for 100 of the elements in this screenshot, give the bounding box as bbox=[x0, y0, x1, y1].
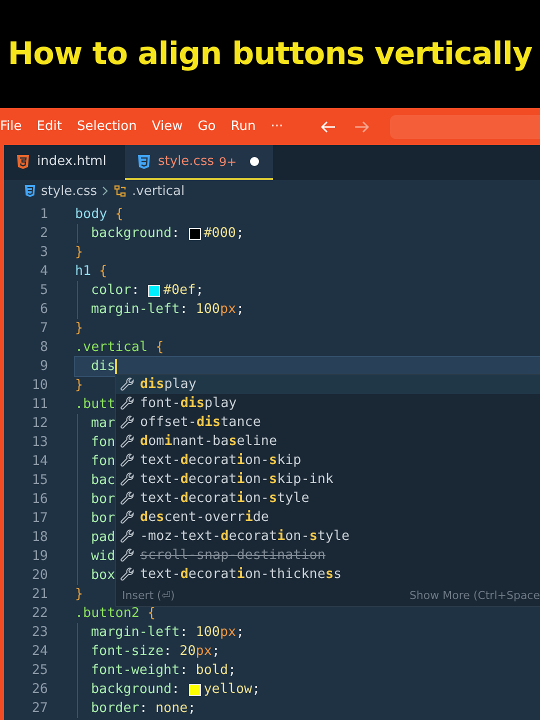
code-token: px bbox=[196, 644, 212, 659]
line-number: 12 bbox=[30, 416, 49, 431]
line-number: 20 bbox=[30, 568, 49, 583]
menu-item[interactable]: View bbox=[152, 119, 183, 134]
suggestion-item[interactable]: dominant-baseline bbox=[116, 432, 540, 451]
unsaved-dot-icon[interactable] bbox=[250, 157, 259, 166]
code-token: #0ef bbox=[163, 283, 196, 298]
code-token: { bbox=[115, 207, 124, 222]
code-token: body bbox=[75, 207, 108, 222]
code-token: ; bbox=[252, 682, 260, 697]
symbol-icon bbox=[113, 184, 127, 198]
code-token: font-weight bbox=[91, 663, 180, 678]
wrench-icon bbox=[120, 510, 135, 525]
code-token: yellow bbox=[204, 682, 252, 697]
color-swatch[interactable] bbox=[148, 284, 160, 296]
breadcrumb-item[interactable]: .vertical bbox=[132, 184, 185, 198]
menu-item[interactable]: Go bbox=[198, 119, 216, 134]
line-number: 23 bbox=[30, 625, 49, 640]
code-token: fon bbox=[91, 435, 116, 450]
line-number: 15 bbox=[30, 473, 49, 488]
line-number: 22 bbox=[30, 606, 49, 621]
code-token: none bbox=[155, 701, 188, 716]
code-token: px bbox=[220, 625, 236, 640]
code-token: box bbox=[91, 568, 116, 583]
text-caret bbox=[115, 358, 118, 374]
code-token: bac bbox=[91, 473, 116, 488]
code-token: ; bbox=[188, 701, 196, 716]
code-token: pad bbox=[91, 530, 116, 545]
code-token: background bbox=[91, 682, 172, 697]
css-file-icon bbox=[137, 154, 151, 170]
line-number: 17 bbox=[30, 511, 49, 526]
line-number: 11 bbox=[30, 397, 49, 412]
line-number: 27 bbox=[30, 701, 49, 716]
code-token: ; bbox=[196, 283, 204, 298]
editor-tab[interactable]: index.html bbox=[4, 145, 125, 180]
back-arrow-icon[interactable] bbox=[320, 120, 336, 134]
code-token: : bbox=[131, 283, 140, 298]
code-token: { bbox=[99, 264, 108, 279]
code-token: px bbox=[220, 302, 236, 317]
code-token: } bbox=[75, 245, 84, 260]
code-token: bold bbox=[196, 663, 228, 678]
menu-item[interactable]: Selection bbox=[76, 119, 137, 134]
code-token: wid bbox=[91, 549, 116, 564]
code-token: color bbox=[91, 283, 132, 298]
code-token: : bbox=[180, 625, 188, 640]
code-token: } bbox=[75, 378, 84, 393]
suggestion-item[interactable]: descent-override bbox=[116, 508, 540, 527]
code-token: : bbox=[139, 701, 148, 716]
code-token: .button2 bbox=[75, 606, 140, 621]
wrench-icon bbox=[120, 415, 135, 430]
menu-item[interactable]: Edit bbox=[36, 119, 62, 134]
wrench-icon bbox=[120, 472, 135, 487]
menu-item[interactable]: ··· bbox=[270, 119, 284, 134]
code-token: { bbox=[148, 606, 156, 621]
line-number: 18 bbox=[30, 530, 49, 545]
video-title: How to align buttons vertically bbox=[8, 36, 532, 72]
wrench-icon bbox=[120, 567, 135, 582]
color-swatch[interactable] bbox=[188, 684, 201, 696]
code-token: ; bbox=[236, 302, 244, 317]
suggestion-item[interactable]: font-display bbox=[116, 394, 540, 413]
html-file-icon bbox=[16, 154, 30, 170]
chevron-icon bbox=[102, 186, 108, 196]
color-swatch[interactable] bbox=[188, 228, 201, 240]
code-token: : bbox=[172, 226, 180, 241]
suggestion-item[interactable]: text-decoration-thickness bbox=[116, 565, 540, 584]
wrench-icon bbox=[120, 377, 135, 392]
code-token: : bbox=[172, 682, 180, 697]
code-token: ; bbox=[236, 226, 244, 241]
menu-item[interactable]: Run bbox=[230, 119, 256, 134]
code-token: margin-left bbox=[91, 302, 180, 317]
code-token: ; bbox=[212, 644, 220, 659]
suggestion-item[interactable]: scroll-snap-destination bbox=[116, 546, 540, 565]
editor-tab[interactable]: style.css 9+ bbox=[125, 145, 273, 180]
line-number: 4 bbox=[38, 264, 49, 279]
code-token: .vertical bbox=[75, 340, 148, 355]
code-token: mar bbox=[91, 416, 116, 431]
css-file-icon bbox=[24, 184, 36, 198]
menu-item[interactable]: File bbox=[0, 119, 22, 134]
line-number: 14 bbox=[30, 454, 49, 469]
suggestion-item[interactable]: text-decoration-skip-ink bbox=[116, 470, 540, 489]
suggestion-item[interactable]: -moz-text-decoration-style bbox=[116, 527, 540, 546]
line-number: 25 bbox=[30, 663, 49, 678]
code-token: : bbox=[180, 302, 188, 317]
wrench-icon bbox=[120, 453, 135, 468]
line-number: 6 bbox=[38, 302, 49, 317]
line-number: 16 bbox=[30, 492, 49, 507]
breadcrumb-item[interactable]: style.css bbox=[41, 184, 97, 198]
line-number: 1 bbox=[38, 207, 49, 222]
line-number: 19 bbox=[30, 549, 49, 564]
code-token: dis bbox=[91, 359, 116, 374]
suggestion-item[interactable]: offset-distance bbox=[116, 413, 540, 432]
code-token: 100 bbox=[196, 302, 220, 317]
suggestion-item[interactable]: text-decoration-skip bbox=[116, 451, 540, 470]
line-number: 3 bbox=[38, 245, 49, 260]
wrench-icon bbox=[120, 548, 135, 563]
suggestion-item[interactable]: display bbox=[116, 375, 540, 394]
suggestion-item[interactable]: text-decoration-style bbox=[116, 489, 540, 508]
wrench-icon bbox=[120, 491, 135, 506]
line-number: 9 bbox=[38, 359, 49, 374]
code-token: .butt bbox=[75, 397, 116, 412]
